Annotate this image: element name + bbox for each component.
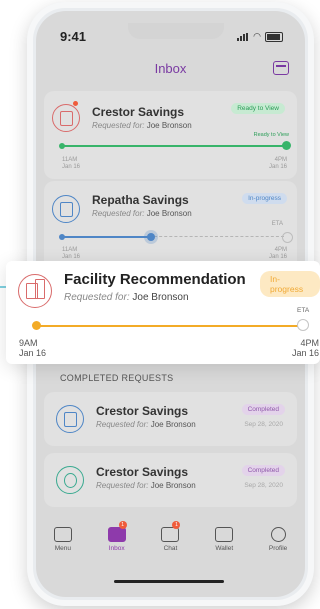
tab-chat[interactable]: 1 Chat [150,521,190,561]
pending-check-icon [282,232,293,243]
status-badge: In-progress [260,271,320,297]
request-title: Crestor Savings [92,105,185,119]
start-time-label: 11AM Jan 16 [62,247,81,260]
eta-label: ETA [297,307,310,314]
start-time-label: 9AM Jan 16 [19,338,47,358]
tab-bar: Menu 1 Inbox 1 Chat Wallet Profile [36,521,305,561]
compose-icon[interactable] [273,61,289,75]
tab-label: Profile [268,545,288,552]
request-card-repatha[interactable]: Repatha Savings Requested for: Joe Brons… [44,181,297,271]
completed-date: Sep 28, 2020 [244,482,283,489]
request-subtitle: Requested for: Joe Bronson [92,209,192,218]
completed-title: Crestor Savings [96,465,189,479]
request-subtitle: Requested for: Joe Bronson [92,121,192,130]
end-time-label: 4PM Jan 16 [268,247,287,260]
tab-label: Chat [163,545,178,552]
tab-wallet[interactable]: Wallet [204,521,244,561]
tab-label: Menu [54,545,72,552]
completed-badge: Completed [241,404,285,415]
tab-menu[interactable]: Menu [43,521,83,561]
document-icon [52,195,80,223]
completed-section-title: COMPLETED REQUESTS [60,373,174,383]
pending-check-icon [297,319,309,331]
status-time: 9:41 [60,29,87,44]
signal-icon [237,32,249,41]
completed-title: Crestor Savings [96,404,189,418]
progress-track [36,325,302,327]
completed-card-2[interactable]: Crestor Savings Requested for: Joe Brons… [44,453,297,507]
tab-inbox[interactable]: 1 Inbox [97,521,137,561]
featured-subtitle: Requested for: Joe Bronson [64,292,189,303]
building-icon [52,104,80,132]
completed-badge: Completed [241,465,285,476]
unread-dot [73,101,78,106]
progress-track [62,145,286,147]
featured-request-card[interactable]: Facility Recommendation Requested for: J… [6,261,320,364]
home-indicator [114,580,224,583]
tab-label: Inbox [108,545,125,552]
inbox-badge: 1 [118,521,127,529]
system-icons: ◠ [237,31,283,42]
status-badge: In-progress [242,193,287,204]
chat-badge: 1 [172,521,181,529]
tab-label: Wallet [215,545,234,552]
notch [128,23,224,39]
end-time-label: 4PM Jan 16 [291,338,319,358]
start-time-label: 11AM Jan 16 [62,157,81,170]
progress-label: Ready to View [253,132,289,138]
header: Inbox [36,55,305,85]
featured-title: Facility Recommendation [64,271,246,288]
wifi-icon: ◠ [253,31,261,41]
status-badge: Ready to View [231,103,285,114]
chat-icon [161,527,180,542]
menu-icon [53,527,72,542]
battery-icon [265,31,283,42]
progress-start-dot [32,321,41,330]
progress-track-filled [62,236,149,238]
page-title: Inbox [154,61,187,76]
profile-icon [270,527,286,542]
wallet-icon [215,527,234,542]
progress-start-dot [59,234,65,240]
eta-label: ETA [271,221,283,227]
completed-card-1[interactable]: Crestor Savings Requested for: Joe Brons… [44,392,297,446]
pills-icon [56,466,84,494]
progress-start-dot [59,143,65,149]
progress-track-remaining [149,236,284,239]
tab-profile[interactable]: Profile [258,521,298,561]
building-icon [18,274,52,308]
status-bar: 9:41 ◠ [36,23,305,45]
progress-current-dot [147,233,155,241]
request-title: Repatha Savings [92,193,189,207]
document-icon [56,405,84,433]
completed-subtitle: Requested for: Joe Bronson [96,481,196,490]
inbox-icon [107,527,126,542]
completed-date: Sep 28, 2020 [244,421,283,428]
checkmark-icon [282,141,291,150]
end-time-label: 4PM Jan 16 [268,157,287,170]
completed-subtitle: Requested for: Joe Bronson [96,420,196,429]
request-card-crestor[interactable]: Crestor Savings Requested for: Joe Brons… [44,91,297,179]
